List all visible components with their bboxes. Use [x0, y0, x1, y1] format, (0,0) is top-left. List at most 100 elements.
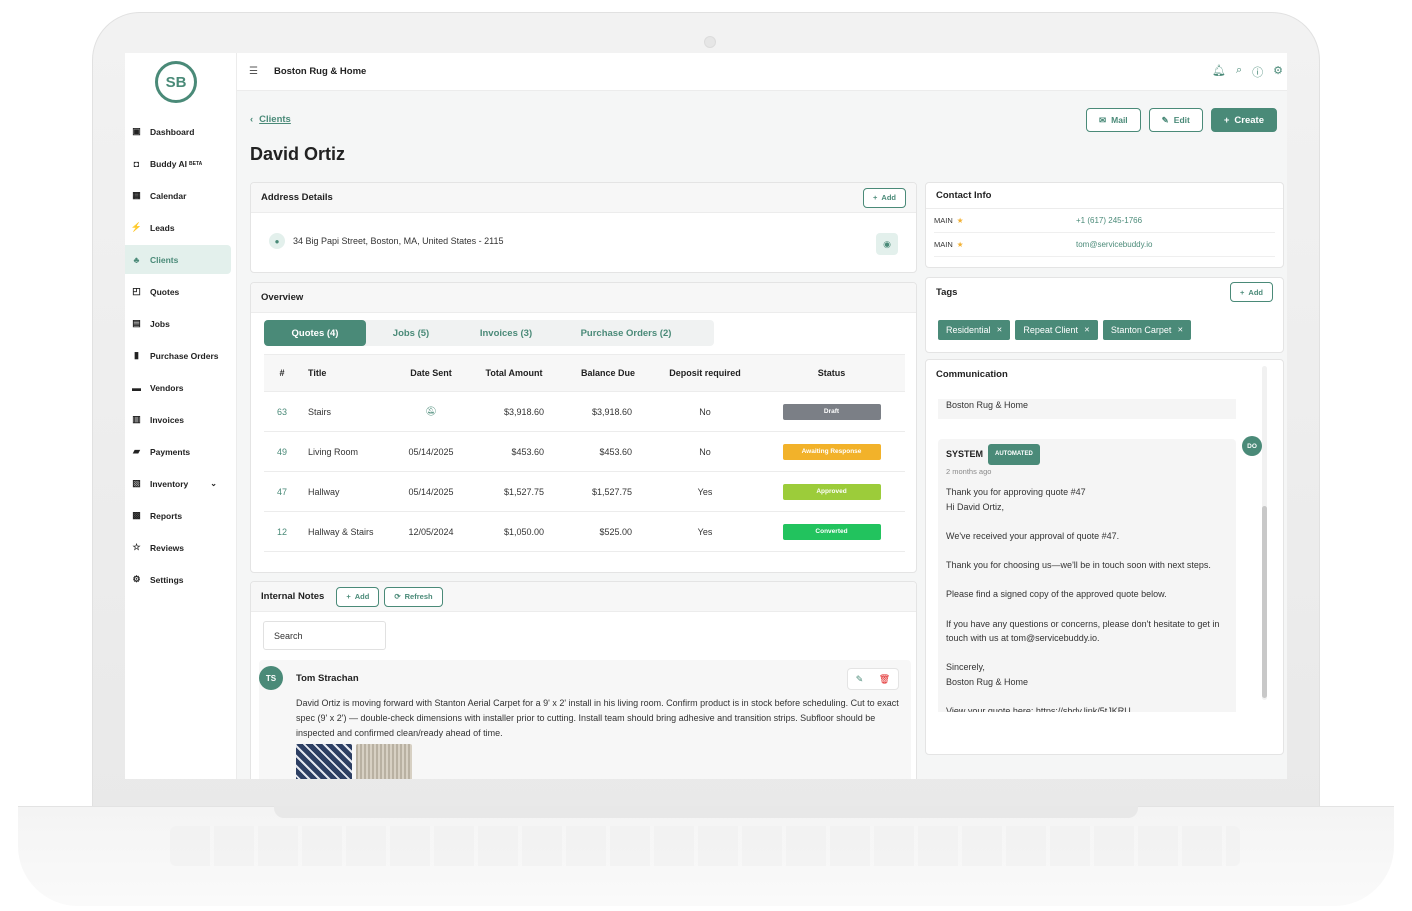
cell-status: Approved: [758, 471, 905, 512]
add-note-button[interactable]: + Add: [336, 586, 380, 607]
note-tools: ✎ 🗑︎: [847, 668, 899, 690]
table-row[interactable]: 12 Hallway & Stairs 12/05/2024 $1,050.00 $52…: [264, 511, 905, 552]
sidebar-item-calendar[interactable]: ▦ Calendar: [125, 181, 231, 210]
tab-quotes[interactable]: Quotes (4): [264, 320, 366, 346]
topbar-actions: 🔔︎ ⌕ ⓘ ⚙: [1212, 64, 1283, 80]
sidebar-item-quotes[interactable]: ◰ Quotes: [125, 277, 231, 306]
tags-card: Tags + Add Residential ✕ Repeat Client ✕ Sta…: [925, 277, 1284, 353]
sidebar-item-label: Leads: [150, 222, 175, 233]
close-icon[interactable]: ✕: [1177, 326, 1183, 334]
avatar: TS: [259, 666, 283, 690]
sidebar-item-vendors[interactable]: ▬ Vendors: [125, 373, 231, 402]
message-item: SYSTEM AUTOMATED 2 months ago Thank you f…: [938, 439, 1236, 712]
leads-icon: ⚡: [130, 222, 143, 232]
sidebar-item-settings[interactable]: ⚙ Settings: [125, 565, 231, 594]
cell-num[interactable]: 12: [264, 511, 300, 552]
scrollbar[interactable]: [1262, 366, 1267, 700]
column-header: Date Sent: [398, 354, 464, 392]
cell-status: Draft: [758, 391, 905, 432]
address-card: Address Details + Add ● 34 Big Papi Stre…: [250, 182, 917, 273]
cell-title: Living Room: [300, 431, 398, 472]
table-row[interactable]: 63 Stairs 🔕︎ $3,918.60 $3,918.60 No Draft: [264, 391, 905, 432]
sidebar-item-leads[interactable]: ⚡ Leads: [125, 213, 231, 242]
mail-button[interactable]: ✉ Mail: [1086, 108, 1141, 132]
payments-icon: ▰: [133, 446, 140, 456]
contact-card-header: Contact Info: [926, 183, 1283, 209]
tag-chip: Stanton Carpet ✕: [1102, 320, 1192, 340]
app-logo[interactable]: SB: [155, 61, 197, 103]
sidebar-item-payments[interactable]: ▰ Payments: [125, 437, 231, 466]
scrollbar-thumb[interactable]: [1262, 506, 1267, 698]
status-badge: Approved: [782, 483, 881, 500]
sidebar-item-purchase-orders[interactable]: ▮ Purchase Orders: [125, 341, 231, 370]
phone-value[interactable]: +1 (617) 245-1766: [1076, 216, 1142, 225]
inventory-icon: ▧: [132, 478, 141, 488]
breadcrumb[interactable]: ‹ Clients: [250, 114, 291, 125]
sidebar-item-dashboard[interactable]: ▣ Dashboard: [125, 117, 231, 146]
sidebar-item-invoices[interactable]: ▥ Invoices: [125, 405, 231, 434]
menu-toggle-icon[interactable]: ☰: [249, 66, 258, 77]
help-icon[interactable]: ⓘ: [1252, 64, 1263, 80]
cell-num[interactable]: 49: [264, 431, 300, 472]
create-button[interactable]: + Create: [1210, 108, 1277, 132]
edit-button[interactable]: ✎ Edit: [1148, 108, 1203, 132]
sidebar-item-label: Clients: [150, 254, 179, 265]
sidebar: SB ▣ Dashboard ◘ Buddy AI BETA ▦ Calendar ⚡ Lead…: [125, 53, 237, 779]
contact-header-label: Contact Info: [936, 190, 992, 201]
add-tag-label: Add: [1248, 287, 1263, 297]
table-row[interactable]: 47 Hallway 05/14/2025 $1,527.75 $1,527.75 Yes…: [264, 471, 905, 512]
create-button-label: Create: [1234, 114, 1264, 126]
column-header: Title: [300, 354, 398, 392]
communication-card: Communication Boston Rug & Home SYSTEM AU…: [925, 359, 1284, 755]
close-icon[interactable]: ✕: [1084, 326, 1090, 334]
cell-deposit: No: [652, 391, 758, 432]
carpet-swatch-image[interactable]: [296, 744, 352, 779]
chevron-down-icon[interactable]: ⌄: [210, 479, 217, 488]
bell-icon[interactable]: 🔔︎: [1212, 64, 1226, 80]
eye-icon[interactable]: ◉: [876, 233, 898, 255]
sidebar-item-clients[interactable]: ♣ Clients: [125, 245, 231, 274]
sidebar-item-reports[interactable]: ▩ Reports: [125, 501, 231, 530]
refresh-notes-label: Refresh: [404, 592, 433, 601]
overview-card-header: Overview: [251, 283, 916, 313]
tab-purchase-orders[interactable]: Purchase Orders (2): [556, 320, 696, 346]
pencil-icon[interactable]: ✎: [856, 674, 864, 685]
gear-icon[interactable]: ⚙: [1273, 64, 1283, 80]
plus-icon: +: [1223, 114, 1230, 126]
message-line: [946, 544, 1228, 559]
sidebar-item-jobs[interactable]: ▤ Jobs: [125, 309, 231, 338]
overview-card: Overview Quotes (4) Jobs (5) Invoices (3…: [250, 282, 917, 573]
tab-invoices[interactable]: Invoices (3): [456, 320, 556, 346]
app-screen: SB ▣ Dashboard ◘ Buddy AI BETA ▦ Calendar ⚡ Lead…: [125, 53, 1287, 779]
message-sender: SYSTEM AUTOMATED: [946, 444, 1228, 465]
sidebar-item-buddy-ai[interactable]: ◘ Buddy AI BETA: [125, 149, 231, 178]
add-tag-button[interactable]: + Add: [1230, 282, 1273, 302]
tab-jobs[interactable]: Jobs (5): [366, 320, 456, 346]
cell-date: 05/14/2025: [398, 471, 464, 512]
sidebar-item-label: Payments: [150, 446, 191, 457]
carpet-swatch-image[interactable]: [356, 744, 412, 779]
status-badge: Draft: [782, 403, 881, 420]
sidebar-item-inventory[interactable]: ▧ Inventory ⌄: [125, 469, 231, 498]
cell-num[interactable]: 63: [264, 391, 300, 432]
notes-search-input[interactable]: Search: [263, 621, 386, 650]
sidebar-item-label: Purchase Orders: [150, 350, 219, 361]
close-icon[interactable]: ✕: [997, 326, 1003, 334]
add-address-button[interactable]: + Add: [863, 187, 906, 208]
sidebar-item-reviews[interactable]: ☆ Reviews: [125, 533, 231, 562]
message-list: Boston Rug & Home SYSTEM AUTOMATED 2 mont…: [934, 394, 1270, 712]
reports-icon: ▩: [132, 510, 141, 520]
message-line: Sincerely,: [946, 662, 985, 673]
table-row[interactable]: 49 Living Room 05/14/2025 $453.60 $453.60 No A…: [264, 431, 905, 472]
trash-icon[interactable]: 🗑︎: [879, 674, 890, 685]
org-name: Boston Rug & Home: [273, 66, 367, 77]
calendar-icon: ▦: [132, 190, 141, 200]
message-line: [946, 690, 1228, 705]
overview-tabs: Quotes (4) Jobs (5) Invoices (3) Purchas…: [264, 320, 714, 346]
breadcrumb-clients-link[interactable]: Clients: [259, 114, 291, 125]
email-value[interactable]: tom@servicebuddy.io: [1076, 240, 1152, 249]
search-icon[interactable]: ⌕: [1236, 64, 1242, 80]
message-line: Please find a signed copy of the approve…: [946, 589, 1167, 600]
refresh-notes-button[interactable]: ⟳ Refresh: [384, 586, 443, 607]
cell-num[interactable]: 47: [264, 471, 300, 512]
